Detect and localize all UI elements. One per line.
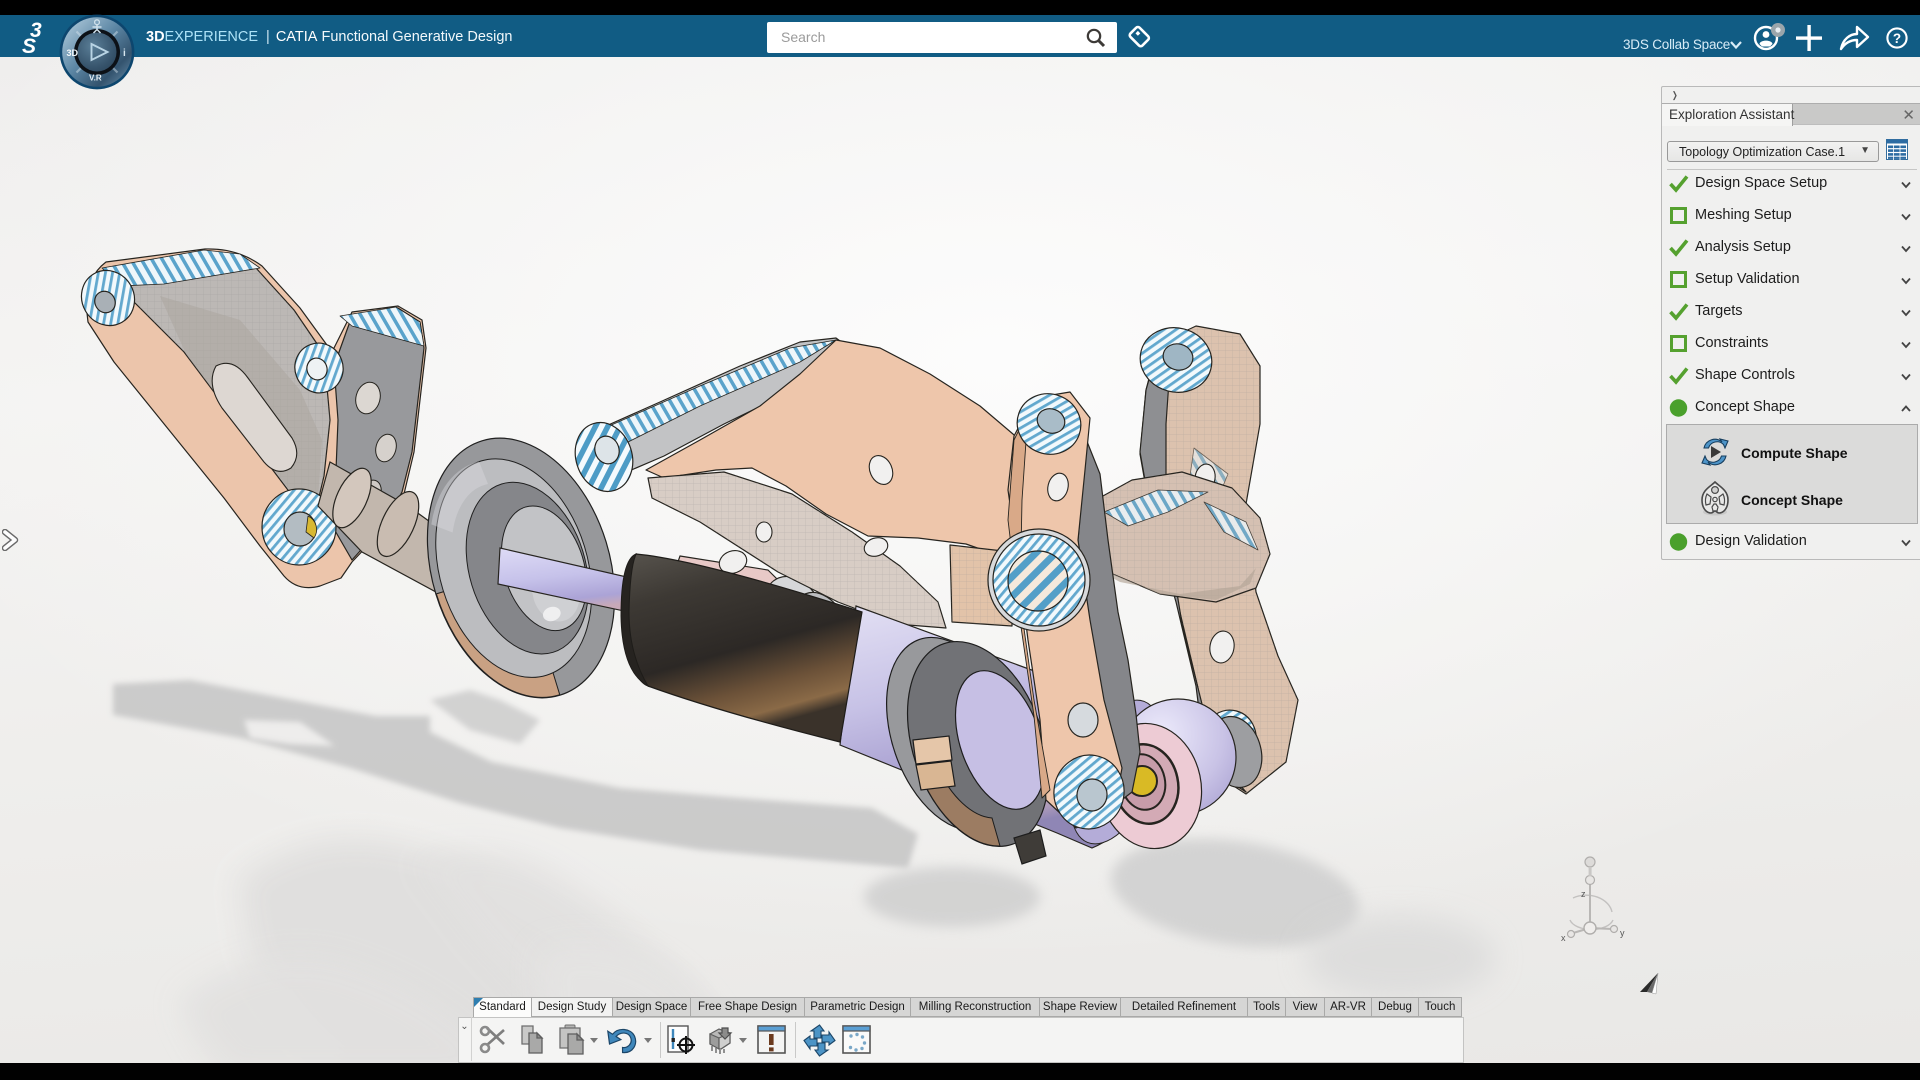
- svg-text:V.R: V.R: [89, 74, 102, 83]
- svg-text:?: ?: [1893, 31, 1901, 46]
- svg-text:x: x: [1561, 933, 1566, 943]
- svg-text:y: y: [1620, 928, 1625, 938]
- svg-text:3D: 3D: [67, 48, 79, 58]
- svg-text:z: z: [1581, 889, 1586, 899]
- svg-text:S: S: [22, 35, 36, 56]
- svg-text:i: i: [123, 48, 126, 59]
